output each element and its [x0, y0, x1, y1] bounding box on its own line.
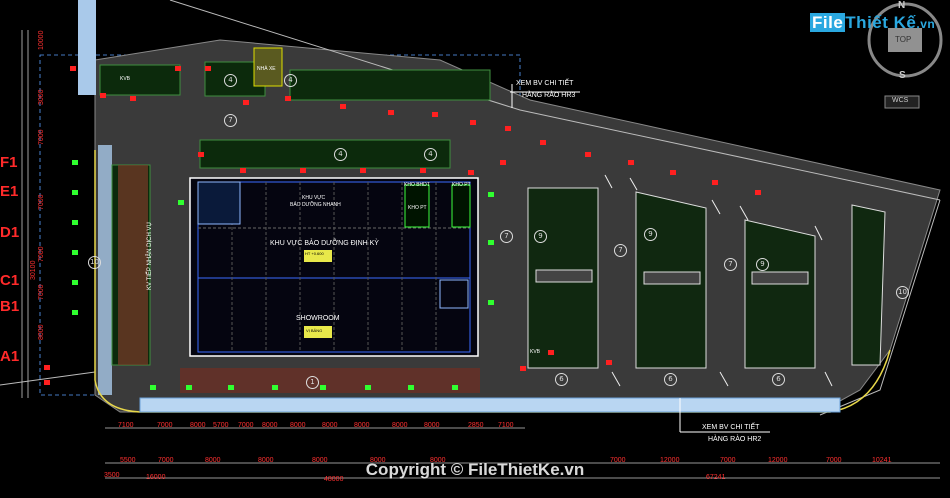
circle-callout: 10: [88, 256, 101, 269]
dim-text: 8000: [290, 422, 306, 429]
dim-text: 8000: [190, 422, 206, 429]
compass-top: TOP: [895, 35, 912, 44]
dim-text: 7000: [238, 422, 254, 429]
green-top-3: [289, 69, 491, 101]
room-storage-2: [451, 184, 471, 228]
dim-text: 7100: [118, 422, 134, 429]
left-dim: 7000: [38, 246, 45, 262]
axis-label-c1: C1: [0, 272, 20, 289]
compass-north: N: [898, 0, 906, 11]
axis-label-f1: F1: [0, 154, 18, 171]
circle-callout: 1: [306, 376, 319, 389]
left-dim: 3000: [38, 89, 45, 105]
parking-island-4: [851, 204, 886, 366]
left-dim: 7000: [38, 194, 45, 210]
island-bar-3: [751, 271, 809, 285]
copyright-watermark: Copyright © FileThietKe.vn: [365, 460, 585, 479]
circle-callout: 9: [534, 230, 547, 243]
brick-path-left: [118, 165, 148, 365]
maintenance-area-label: KHU VỰC BẢO DƯỠNG ĐỊNH KỲ: [270, 240, 379, 247]
dim-text: 8000: [322, 422, 338, 429]
showroom-label: SHOWROOM: [296, 315, 340, 322]
hr3-note-line1[interactable]: XEM BV CHI TIẾT: [516, 80, 573, 87]
left-dim: 8000: [38, 324, 45, 340]
hr2-note-line1[interactable]: XEM BV CHI TIẾT: [702, 424, 759, 431]
canal-left: [78, 0, 96, 95]
hr2-note-line2[interactable]: HÀNG RÀO HR2: [708, 436, 761, 443]
room-c-label: KHO PT: [452, 182, 471, 188]
room-a-label: KHO BHDT: [404, 182, 430, 188]
circle-callout: 10: [896, 286, 909, 299]
circle-callout: 7: [724, 258, 737, 271]
sidewalk-strip: [139, 397, 841, 413]
circle-callout: 7: [614, 244, 627, 257]
compass-south: S: [899, 70, 906, 81]
green-mid: [199, 139, 451, 169]
dim-text: 8000: [424, 422, 440, 429]
axis-label-a1: A1: [0, 348, 20, 365]
circle-callout: 6: [555, 373, 568, 386]
dim-text: 8000: [354, 422, 370, 429]
circle-callout: 6: [664, 373, 677, 386]
circle-callout: 9: [756, 258, 769, 271]
service-reception-strip-label: KV TIẾP NHẬN DỊCH VỤ: [147, 222, 153, 290]
axis-label-e1: E1: [0, 183, 19, 200]
hr3-note-line2[interactable]: HÀNG RÀO HR3: [522, 92, 575, 99]
dim-text: 2850: [468, 422, 484, 429]
canal-left-2: [98, 145, 112, 395]
island-bar-1: [535, 269, 593, 283]
circle-callout: 4: [284, 74, 297, 87]
circle-callout: 4: [334, 148, 347, 161]
green-top-1: [99, 64, 181, 96]
guard-house-label: NHÀ XE: [257, 66, 276, 72]
circle-callout: 9: [644, 228, 657, 241]
circle-callout: 4: [224, 74, 237, 87]
left-dim: 10000: [38, 30, 45, 50]
elevation-tag-2: VỊ BẢNG: [306, 328, 323, 333]
dim-text: 8000: [392, 422, 408, 429]
left-dim: 7000: [38, 129, 45, 145]
axis-label-b1: B1: [0, 298, 20, 315]
parking-island-3: [744, 219, 816, 369]
axis-label-d1: D1: [0, 224, 20, 241]
island-bar-2: [643, 271, 701, 285]
circle-callout: 6: [772, 373, 785, 386]
logo-brand: File: [810, 13, 846, 32]
filethietke-logo: File Thiết Kế.vn: [810, 13, 935, 33]
logo-brand-2: Thiết Kế: [845, 13, 917, 32]
elevation-tag-1: HT +0.600: [305, 251, 324, 256]
quick-service-sub: BẢO DƯỠNG NHANH: [290, 202, 341, 208]
dim-text: 7000: [157, 422, 173, 429]
circle-callout: 4: [424, 148, 437, 161]
gate-label-2: KVB: [530, 349, 541, 355]
gate-label: KVB: [120, 76, 131, 82]
left-dim: 7000: [38, 284, 45, 300]
wcs-label: WCS: [892, 97, 909, 104]
dim-text: 8000: [262, 422, 278, 429]
left-dim: 30100: [30, 260, 37, 280]
circle-callout: 7: [500, 230, 513, 243]
room-b-label: KHO PT: [408, 205, 427, 211]
dim-text: 5700: [213, 422, 229, 429]
dim-text: 7100: [498, 422, 514, 429]
quick-service-tag: KHU VỰC: [302, 195, 326, 201]
brick-path-bottom: [180, 368, 480, 393]
room-stairs: [197, 181, 241, 225]
logo-domain: .vn: [916, 17, 936, 31]
circle-callout: 7: [224, 114, 237, 127]
